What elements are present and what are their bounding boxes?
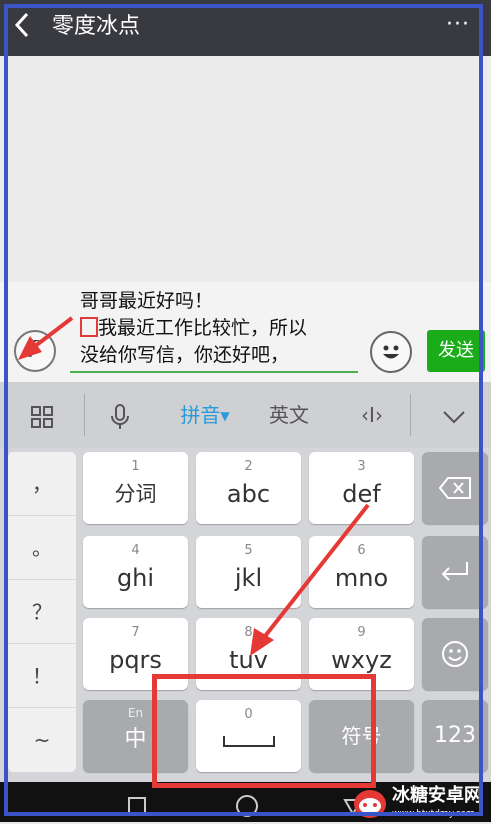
toolbar-divider bbox=[410, 394, 411, 436]
key-number: 5 bbox=[244, 543, 253, 558]
watermark-title: 冰糖安卓网 bbox=[392, 785, 482, 806]
number-key[interactable]: 123 bbox=[422, 700, 488, 772]
key-6[interactable]: 6 mno bbox=[309, 536, 414, 608]
chat-title: 零度冰点 bbox=[52, 14, 141, 39]
key-label: jkl bbox=[234, 564, 263, 592]
key-label: def bbox=[342, 480, 381, 508]
space-key[interactable]: 0 bbox=[196, 700, 301, 772]
punct-key[interactable]: ~ bbox=[8, 708, 76, 772]
mic-icon[interactable] bbox=[100, 382, 140, 448]
message-input[interactable]: 哥哥最近好吗！ 我最近工作比较忙，所以 没给你写信，你还好吧， bbox=[80, 288, 362, 369]
pinyin-mode-button[interactable]: 拼音▼ bbox=[168, 382, 242, 448]
voice-icon[interactable] bbox=[14, 330, 56, 372]
key-label: 中 bbox=[124, 727, 147, 752]
key-number: 7 bbox=[131, 625, 140, 640]
english-mode-button[interactable]: 英文 bbox=[260, 382, 318, 448]
cursor-move-icon[interactable]: ‹I› bbox=[350, 382, 394, 448]
key-label: tuv bbox=[229, 646, 268, 674]
key-2[interactable]: 2 abc bbox=[196, 452, 301, 524]
key-1[interactable]: 1 分词 bbox=[83, 452, 188, 524]
emoji-icon[interactable] bbox=[422, 618, 488, 690]
key-number: 6 bbox=[357, 543, 366, 558]
symbol-key[interactable]: 符号 bbox=[309, 700, 414, 772]
punct-key[interactable]: ！ bbox=[8, 644, 76, 708]
input-underline bbox=[70, 371, 358, 373]
pinyin-label: 拼音 bbox=[180, 403, 221, 427]
caret-down-icon: ▼ bbox=[220, 409, 230, 423]
ime-toolbar bbox=[0, 382, 491, 448]
punct-key[interactable]: ， bbox=[8, 452, 76, 516]
key-4[interactable]: 4 ghi bbox=[83, 536, 188, 608]
key-label: mno bbox=[334, 564, 389, 592]
home-icon[interactable] bbox=[232, 790, 262, 818]
key-8[interactable]: 8 tuv bbox=[196, 618, 301, 690]
space-bar-glyph bbox=[223, 736, 275, 747]
key-number: 4 bbox=[131, 543, 140, 558]
key-number: 9 bbox=[357, 625, 366, 640]
backspace-icon[interactable] bbox=[422, 452, 488, 524]
key-label: 分词 bbox=[114, 482, 157, 506]
chevron-left-icon[interactable] bbox=[12, 10, 40, 44]
key-hint: En bbox=[127, 706, 144, 720]
send-button[interactable]: 发送 bbox=[427, 330, 485, 372]
chevron-down-icon[interactable] bbox=[436, 382, 472, 448]
punct-key[interactable]: ？ bbox=[8, 580, 76, 644]
message-line-3: 没给你写信，你还好吧， bbox=[80, 344, 290, 366]
message-line-1: 哥哥最近好吗！ bbox=[80, 290, 214, 312]
toolbar-divider bbox=[84, 394, 85, 436]
message-line-2: 我最近工作比较忙，所以 bbox=[98, 317, 308, 339]
recents-icon[interactable] bbox=[122, 790, 152, 818]
key-number: 8 bbox=[244, 625, 253, 640]
key-number: 3 bbox=[357, 459, 366, 474]
punct-key[interactable]: 。 bbox=[8, 516, 76, 580]
key-number: 0 bbox=[244, 707, 253, 722]
grid-icon[interactable] bbox=[22, 382, 62, 448]
more-dots-icon[interactable]: ··· bbox=[440, 10, 476, 44]
key-9[interactable]: 9 wxyz bbox=[309, 618, 414, 690]
key-label: abc bbox=[226, 480, 271, 508]
key-label: ghi bbox=[116, 564, 155, 592]
language-switch-key[interactable]: En 中 bbox=[83, 700, 188, 772]
enter-icon[interactable] bbox=[422, 536, 488, 608]
key-label: pqrs bbox=[109, 646, 162, 674]
key-label: wxyz bbox=[331, 646, 392, 674]
key-number: 2 bbox=[244, 459, 253, 474]
watermark-url: www.btxtdmy.com bbox=[392, 809, 475, 819]
watermark-logo-icon bbox=[352, 786, 388, 820]
cursor-marker bbox=[80, 317, 98, 337]
key-7[interactable]: 7 pqrs bbox=[83, 618, 188, 690]
key-number: 1 bbox=[131, 459, 140, 474]
emoji-icon[interactable] bbox=[370, 331, 412, 373]
key-5[interactable]: 5 jkl bbox=[196, 536, 301, 608]
chat-area bbox=[0, 56, 491, 282]
key-3[interactable]: 3 def bbox=[309, 452, 414, 524]
